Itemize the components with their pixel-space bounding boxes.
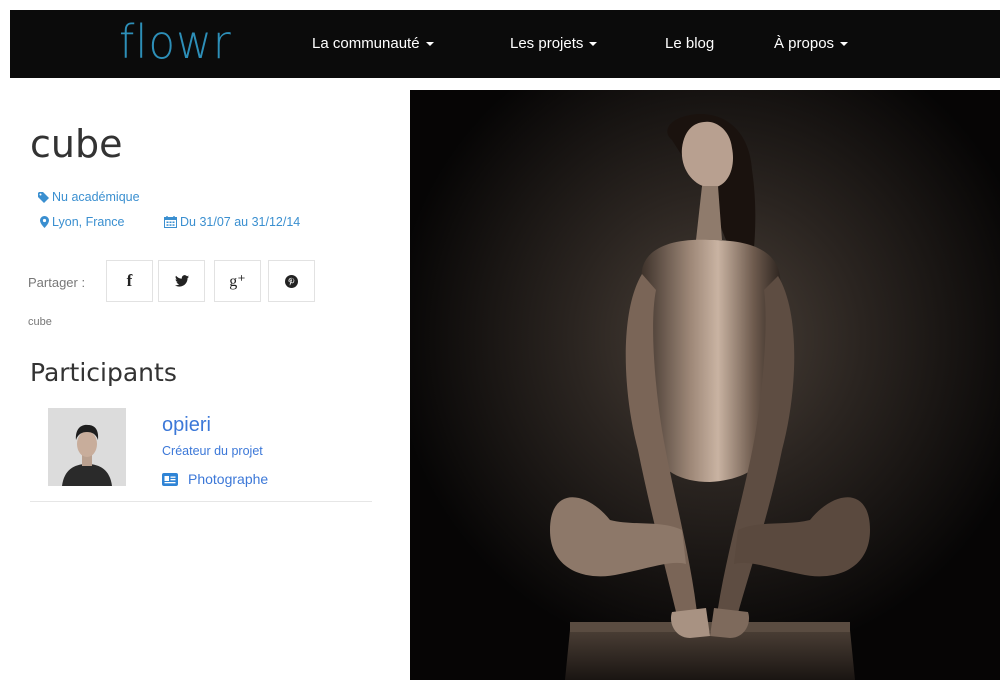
nav-item-label: À propos <box>774 35 835 52</box>
share-facebook-button[interactable]: f <box>106 260 153 302</box>
category-link[interactable]: Nu académique <box>38 190 140 204</box>
tag-icon <box>38 192 49 203</box>
share-twitter-button[interactable] <box>158 260 205 302</box>
nav-item-about[interactable]: À propos <box>774 10 849 78</box>
nav-item-label: Les projets <box>510 35 584 52</box>
category-label: Nu académique <box>52 190 140 204</box>
project-photo[interactable] <box>410 90 1000 680</box>
project-title: cube <box>30 122 123 166</box>
dates-label: Du 31/07 au 31/12/14 <box>180 215 301 229</box>
location-label: Lyon, France <box>52 215 125 229</box>
google-plus-icon: g⁺ <box>229 273 246 290</box>
twitter-icon <box>174 275 189 287</box>
nav-item-blog[interactable]: Le blog <box>665 10 714 78</box>
participants-title: Participants <box>30 358 177 387</box>
calendar-icon <box>164 216 177 228</box>
pinterest-icon <box>285 274 298 288</box>
facebook-icon: f <box>126 271 133 290</box>
share-pinterest-button[interactable] <box>268 260 315 302</box>
share-label: Partager : <box>28 275 86 290</box>
participant-name[interactable]: opieri <box>162 414 211 437</box>
id-card-icon <box>162 473 178 486</box>
nav-item-projects[interactable]: Les projets <box>510 10 598 78</box>
avatar[interactable] <box>48 408 126 486</box>
avatar-photo <box>48 408 126 486</box>
location-link[interactable]: Lyon, France <box>40 215 125 229</box>
divider <box>30 501 372 502</box>
nav-item-community[interactable]: La communauté <box>312 10 434 78</box>
caret-down-icon <box>589 42 598 47</box>
project-tag: cube <box>28 316 52 328</box>
photo-image <box>410 90 1000 680</box>
share-google-plus-button[interactable]: g⁺ <box>214 260 261 302</box>
profession-label: Photographe <box>188 471 269 487</box>
nav-item-label: Le blog <box>665 35 715 52</box>
site-logo[interactable]: flowr <box>119 12 232 72</box>
participant-profession: Photographe <box>162 471 268 487</box>
nav-item-label: La communauté <box>312 35 420 52</box>
dates-info: Du 31/07 au 31/12/14 <box>164 215 300 229</box>
caret-down-icon <box>840 42 849 47</box>
map-marker-icon <box>40 216 49 228</box>
caret-down-icon <box>425 42 434 47</box>
participant-role: Créateur du projet <box>162 444 263 458</box>
top-navbar: flowr La communauté Les projets Le blog … <box>10 10 1000 78</box>
